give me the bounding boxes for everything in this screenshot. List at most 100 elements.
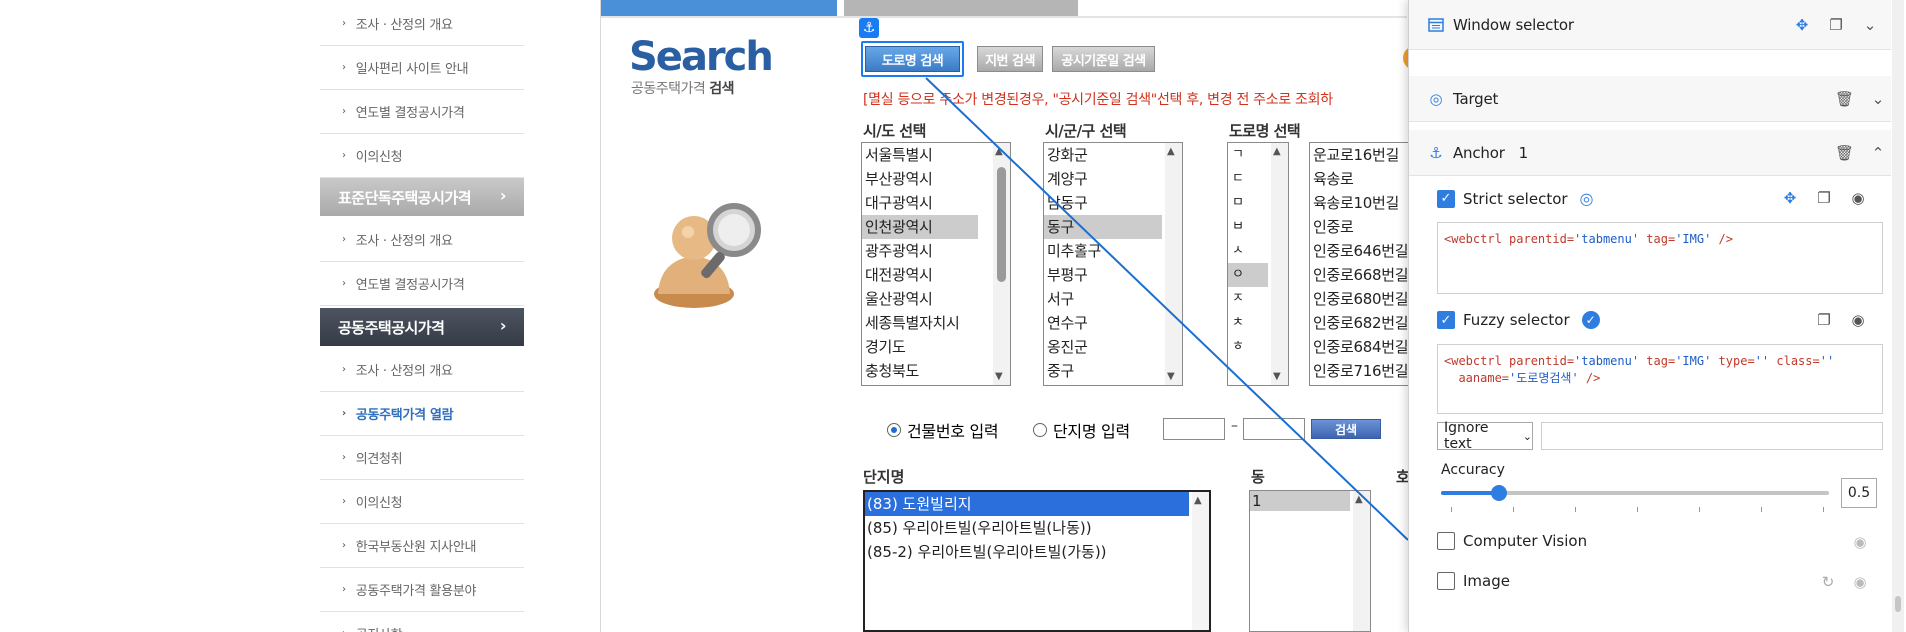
chevron-down-icon[interactable]: ⌄ bbox=[1869, 90, 1887, 108]
trash-icon[interactable]: 🗑 bbox=[1835, 144, 1854, 162]
sigungu-listbox[interactable]: 강화군 계양구 남동구 동구 미추홀구 부평구 서구 연수구 옹진군 중구 ▲ ▼ bbox=[1043, 142, 1183, 386]
sido-option[interactable]: 부산광역시 bbox=[862, 167, 1010, 191]
scrollbar[interactable]: ▲ bbox=[1353, 491, 1370, 631]
road-name-option[interactable]: 운교로16번길 bbox=[1310, 143, 1419, 167]
fuzzy-selector-checkbox[interactable]: ✓ bbox=[1437, 311, 1455, 329]
scroll-up-icon[interactable]: ▲ bbox=[1273, 146, 1281, 157]
sido-option[interactable]: 세종특별자치시 bbox=[862, 311, 1010, 335]
refresh-icon[interactable]: ↻ bbox=[1819, 573, 1837, 591]
complex-option[interactable]: (85) 우리아트빌(우리아트빌(나동)) bbox=[865, 516, 1209, 540]
window-selector-section[interactable]: Window selector ✥ ❐ ⌄ bbox=[1409, 0, 1891, 50]
sidebar-section-standard-house[interactable]: 표준단독주택공시가격 › bbox=[320, 178, 524, 216]
image-row[interactable]: Image bbox=[1437, 572, 1510, 590]
scroll-thumb[interactable] bbox=[997, 167, 1006, 282]
sigungu-option[interactable]: 연수구 bbox=[1044, 311, 1182, 335]
computer-vision-checkbox[interactable] bbox=[1437, 532, 1455, 550]
sidebar-item-objection-2[interactable]: › 이의신청 bbox=[320, 480, 524, 524]
chevron-down-icon[interactable]: ⌄ bbox=[1861, 16, 1879, 34]
sidebar-item-usage[interactable]: › 공동주택가격 활용분야 bbox=[320, 568, 524, 612]
road-name-listbox[interactable]: 운교로16번길 육송로 육송로10번길 인중로 인중로646번길 인중로668번길 인중로6… bbox=[1309, 142, 1419, 386]
sido-option[interactable]: 충청북도 bbox=[862, 359, 1010, 383]
road-initial-listbox[interactable]: ㄱㄷㅁㅂㅅㅇㅈㅊㅎ ▲ ▼ bbox=[1227, 142, 1289, 386]
sido-option[interactable]: 대전광역시 bbox=[862, 263, 1010, 287]
building-sub-number-input[interactable] bbox=[1243, 418, 1305, 440]
target-icon[interactable]: ◎ bbox=[1580, 189, 1594, 208]
sidebar-item-objection[interactable]: › 이의신청 bbox=[320, 134, 524, 178]
sigungu-option[interactable]: 남동구 bbox=[1044, 191, 1182, 215]
tab-active[interactable] bbox=[601, 0, 837, 16]
chevron-up-icon[interactable]: ⌃ bbox=[1869, 144, 1887, 162]
sigungu-option[interactable]: 동구 bbox=[1044, 215, 1162, 239]
eye-icon[interactable]: ◉ bbox=[1849, 311, 1867, 329]
complex-option[interactable]: (83) 도원빌리지 bbox=[865, 492, 1189, 516]
road-initial-option[interactable]: ㅇ bbox=[1228, 263, 1268, 287]
sido-option[interactable]: 경기도 bbox=[862, 335, 1010, 359]
reference-date-search-button[interactable]: 공시기준일 검색 bbox=[1052, 46, 1155, 72]
sigungu-option[interactable]: 중구 bbox=[1044, 359, 1182, 383]
copy-icon[interactable]: ❐ bbox=[1827, 16, 1845, 34]
building-search-button[interactable]: 검색 bbox=[1311, 419, 1381, 439]
anchor-section[interactable]: ⚓ Anchor 1 🗑 ⌃ bbox=[1409, 130, 1891, 176]
scroll-down-icon[interactable]: ▼ bbox=[995, 371, 1003, 382]
scroll-up-icon[interactable]: ▲ bbox=[1194, 495, 1202, 506]
dong-listbox[interactable]: 1 ▲ bbox=[1249, 490, 1371, 632]
scrollbar[interactable]: ▲ ▼ bbox=[1165, 143, 1182, 385]
target-section[interactable]: ◎ Target 🗑 ⌄ bbox=[1409, 76, 1891, 122]
fuzzy-selector-code[interactable]: <webctrl parentid='tabmenu' tag='IMG' ty… bbox=[1437, 344, 1883, 414]
sido-option[interactable]: 대구광역시 bbox=[862, 191, 1010, 215]
sigungu-option[interactable]: 서구 bbox=[1044, 287, 1182, 311]
radio-complex-name[interactable]: 단지명 입력 bbox=[1033, 418, 1130, 442]
road-name-option[interactable]: 인중로682번길 bbox=[1310, 311, 1419, 335]
scrollbar[interactable]: ▲ ▼ bbox=[993, 143, 1010, 385]
sigungu-option[interactable]: 계양구 bbox=[1044, 167, 1182, 191]
scrollbar[interactable]: ▲ ▼ bbox=[1271, 143, 1288, 385]
complex-option[interactable]: (85-2) 우리아트빌(우리아트빌(가동)) bbox=[865, 540, 1209, 564]
strict-selector-checkbox[interactable]: ✓ bbox=[1437, 189, 1455, 208]
sidebar-item-annual-prices[interactable]: › 연도별 결정공시가격 bbox=[320, 90, 524, 134]
sidebar-item-apartment-price-view[interactable]: › 공동주택가격 열람 bbox=[320, 392, 524, 436]
eye-icon[interactable]: ◉ bbox=[1849, 189, 1867, 207]
scroll-down-icon[interactable]: ▼ bbox=[1167, 371, 1175, 382]
road-name-option[interactable]: 인중로684번길 bbox=[1310, 335, 1419, 359]
sidebar-item-branch-guide[interactable]: › 한국부동산원 지사안내 bbox=[320, 524, 524, 568]
copy-icon[interactable]: ❐ bbox=[1815, 189, 1833, 207]
eye-icon[interactable]: ◉ bbox=[1851, 533, 1869, 551]
panel-scrollbar[interactable] bbox=[1892, 0, 1904, 632]
sidebar-section-apartment[interactable]: 공동주택공시가격 › bbox=[320, 308, 524, 346]
tab-inactive[interactable] bbox=[844, 0, 1078, 16]
scroll-up-icon[interactable]: ▲ bbox=[1167, 146, 1175, 157]
accuracy-slider[interactable] bbox=[1441, 485, 1829, 501]
sidebar-item-survey-overview[interactable]: › 조사 · 산정의 개요 bbox=[320, 2, 524, 46]
road-name-option[interactable]: 육송로 bbox=[1310, 167, 1419, 191]
sido-option[interactable]: 울산광역시 bbox=[862, 287, 1010, 311]
road-name-option[interactable]: 인중로716번길 bbox=[1310, 359, 1419, 383]
accuracy-value-input[interactable]: 0.5 bbox=[1841, 478, 1877, 508]
sidebar-item-annual-prices-2[interactable]: › 연도별 결정공시가격 bbox=[320, 262, 524, 306]
ignore-text-dropdown[interactable]: Ignore text ⌄ bbox=[1437, 420, 1533, 452]
strict-selector-code[interactable]: <webctrl parentid='tabmenu' tag='IMG' /> bbox=[1437, 222, 1883, 294]
accuracy-slider-handle[interactable] bbox=[1491, 485, 1508, 501]
sidebar-item-survey-overview-2[interactable]: › 조사 · 산정의 개요 bbox=[320, 218, 524, 262]
dong-option[interactable]: 1 bbox=[1250, 491, 1350, 511]
scroll-down-icon[interactable]: ▼ bbox=[1273, 371, 1281, 382]
trash-icon[interactable]: 🗑 bbox=[1835, 90, 1854, 108]
complex-listbox[interactable]: (83) 도원빌리지 (85) 우리아트빌(우리아트빌(나동)) (85-2) 우리… bbox=[863, 490, 1211, 632]
road-name-option[interactable]: 육송로10번길 bbox=[1310, 191, 1419, 215]
road-name-option[interactable]: 인중로646번길 bbox=[1310, 239, 1419, 263]
sigungu-option[interactable]: 옹진군 bbox=[1044, 335, 1182, 359]
radio-building-number[interactable]: 건물번호 입력 bbox=[887, 418, 999, 442]
lot-number-search-button[interactable]: 지번 검색 bbox=[977, 46, 1043, 72]
sidebar-item-opinion[interactable]: › 의견청취 bbox=[320, 436, 524, 480]
radio-dot[interactable] bbox=[887, 423, 901, 437]
scroll-up-icon[interactable]: ▲ bbox=[995, 146, 1003, 157]
sigungu-option[interactable]: 강화군 bbox=[1044, 143, 1182, 167]
sido-option[interactable]: 광주광역시 bbox=[862, 239, 1010, 263]
ignore-text-input[interactable] bbox=[1541, 422, 1883, 450]
eye-icon[interactable]: ◉ bbox=[1851, 573, 1869, 591]
building-main-number-input[interactable] bbox=[1163, 418, 1225, 440]
road-name-option[interactable]: 인중로668번길 bbox=[1310, 263, 1419, 287]
sigungu-option[interactable]: 미추홀구 bbox=[1044, 239, 1182, 263]
sido-listbox[interactable]: 서울특별시 부산광역시 대구광역시 인천광역시 광주광역시 대전광역시 울산광역시 세종특별자… bbox=[861, 142, 1011, 386]
target-element-icon[interactable]: ✥ bbox=[1781, 189, 1799, 207]
fuzzy-selector-row[interactable]: ✓ Fuzzy selector ✓ bbox=[1437, 311, 1600, 329]
